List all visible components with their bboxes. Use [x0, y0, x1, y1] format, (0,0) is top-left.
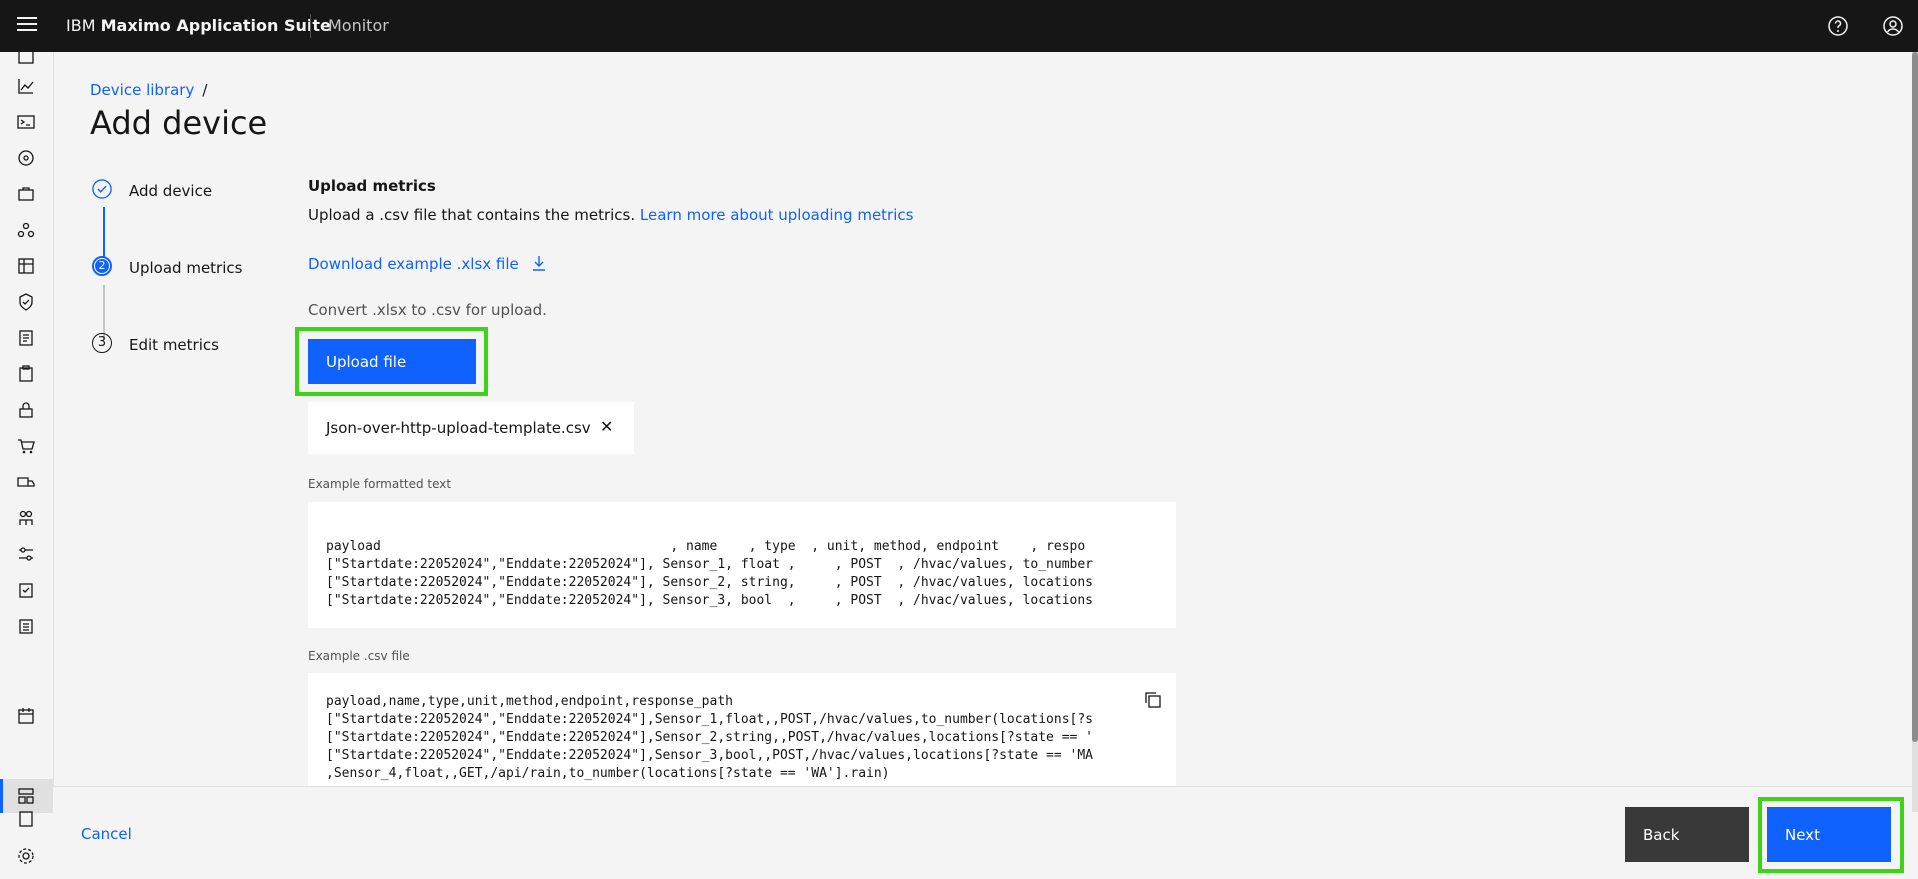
- step-label: Upload metrics: [129, 259, 243, 277]
- code-line: ["Startdate:22052024","Enddate:22052024"…: [326, 712, 1094, 727]
- receipt-icon[interactable]: [16, 328, 36, 348]
- csv-example-lines: payload,name,type,unit,method,endpoint,r…: [326, 693, 1093, 783]
- current-step-icon: 2: [92, 256, 112, 276]
- step-connector-2: [103, 285, 105, 339]
- group-icon[interactable]: [16, 220, 36, 240]
- code-line: ["Startdate:22052024","Enddate:22052024"…: [326, 557, 1094, 572]
- network-icon[interactable]: [16, 148, 36, 168]
- people-icon[interactable]: [16, 508, 36, 528]
- highlight-next-button: [1758, 797, 1904, 873]
- formatted-example-label: Example formatted text: [308, 477, 452, 491]
- formatted-example-lines: payload , name , type , unit, method, en…: [326, 538, 1093, 610]
- dashboard-icon[interactable]: [16, 46, 36, 66]
- breadcrumb: Device library /: [90, 81, 207, 99]
- step-connector-1: [103, 207, 105, 262]
- section-heading: Upload metrics: [308, 177, 436, 195]
- delivery-icon[interactable]: [16, 472, 36, 492]
- product-name: Monitor: [328, 16, 389, 35]
- code-line: payload,name,type,unit,method,endpoint,r…: [326, 694, 733, 709]
- model-icon[interactable]: [16, 809, 36, 829]
- table-icon[interactable]: [16, 256, 36, 276]
- download-link-label: Download example .xlsx file: [308, 255, 519, 273]
- page-title: Add device: [90, 104, 268, 142]
- highlight-upload-button: [295, 327, 488, 396]
- convert-note: Convert .xlsx to .csv for upload.: [308, 301, 547, 319]
- top-header: IBM Maximo Application Suite Monitor: [0, 0, 1918, 52]
- back-button[interactable]: Back: [1625, 807, 1749, 862]
- user-avatar-icon[interactable]: [1881, 14, 1905, 38]
- side-navigation: [0, 48, 54, 878]
- step-number: 2: [95, 259, 109, 273]
- code-line: ["Startdate:22052024","Enddate:22052024"…: [326, 748, 1094, 763]
- shield-check-icon[interactable]: [16, 292, 36, 312]
- formatted-example-code: payload , name , type , unit, method, en…: [308, 502, 1176, 628]
- gear-icon[interactable]: [16, 846, 36, 866]
- code-line: ["Startdate:22052024","Enddate:22052024"…: [326, 730, 1094, 745]
- uploaded-file-chip: Json-over-http-upload-template.csv ✕: [308, 402, 634, 454]
- learn-more-link[interactable]: Learn more about uploading metrics: [640, 206, 914, 224]
- code-line: ["Startdate:22052024","Enddate:22052024"…: [326, 575, 1094, 590]
- clipboard-icon[interactable]: [16, 364, 36, 384]
- lock-icon[interactable]: [16, 400, 36, 420]
- download-example-link[interactable]: Download example .xlsx file: [308, 255, 546, 273]
- step-label: Edit metrics: [129, 336, 219, 354]
- task-icon[interactable]: [16, 616, 36, 636]
- description-text: Upload a .csv file that contains the met…: [308, 206, 636, 224]
- cancel-link[interactable]: Cancel: [81, 825, 132, 843]
- cart-icon[interactable]: [16, 436, 36, 456]
- breadcrumb-device-library[interactable]: Device library: [90, 81, 194, 99]
- scrollbar-thumb[interactable]: [1912, 52, 1918, 742]
- checklist-icon[interactable]: [16, 580, 36, 600]
- step-label: Add device: [129, 182, 213, 200]
- calendar-icon[interactable]: [16, 706, 36, 726]
- close-icon[interactable]: ✕: [600, 417, 613, 436]
- settings-adjust-icon[interactable]: [16, 544, 36, 564]
- chart-line-icon[interactable]: [16, 76, 36, 96]
- checkmark-circle-icon: [92, 179, 112, 199]
- help-icon[interactable]: [1826, 14, 1850, 38]
- code-line: payload , name , type , unit, method, en…: [326, 539, 1086, 554]
- step-number: 3: [92, 333, 112, 353]
- csv-example-code: payload,name,type,unit,method,endpoint,r…: [308, 673, 1176, 786]
- brand-title: Maximo Application Suite: [100, 16, 331, 35]
- brand-name[interactable]: IBM Maximo Application Suite: [66, 16, 331, 35]
- download-icon: [532, 256, 545, 271]
- terminal-icon[interactable]: [16, 112, 36, 132]
- copy-icon[interactable]: [1144, 691, 1162, 709]
- section-description: Upload a .csv file that contains the met…: [308, 206, 913, 224]
- menu-icon[interactable]: [17, 17, 37, 33]
- header-divider: [310, 14, 311, 38]
- briefcase-icon[interactable]: [16, 184, 36, 204]
- code-line: ["Startdate:22052024","Enddate:22052024"…: [326, 593, 1094, 608]
- code-line: ,Sensor_4,float,,GET,/api/rain,to_number…: [326, 766, 890, 781]
- device-template-icon[interactable]: [16, 786, 36, 806]
- breadcrumb-separator: /: [202, 81, 208, 99]
- footer-actions: Cancel Back Next: [53, 786, 1912, 879]
- brand-prefix: IBM: [66, 16, 96, 35]
- file-name: Json-over-http-upload-template.csv: [326, 419, 591, 437]
- csv-example-label: Example .csv file: [308, 649, 410, 663]
